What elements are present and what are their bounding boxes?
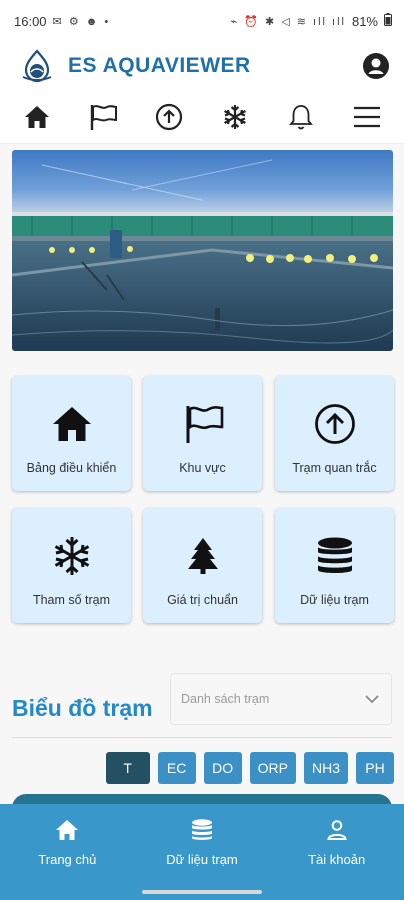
- bottom-nav-account-label: Tài khoản: [308, 852, 366, 867]
- nav-params-button[interactable]: [213, 95, 257, 139]
- parameter-tabs: T EC DO ORP NH3 PH: [105, 752, 394, 784]
- notification-icons: ✉ ⚙ ☻ •: [52, 15, 111, 28]
- tile-station-data[interactable]: Dữ liệu trạm: [275, 508, 394, 623]
- param-button-ec[interactable]: EC: [157, 752, 196, 784]
- station-list-select[interactable]: Danh sách trạm: [170, 673, 392, 725]
- tile-label: Giá trị chuẩn: [167, 593, 238, 607]
- station-chart-title: Biểu đồ trạm: [12, 695, 153, 721]
- user-icon: [327, 820, 347, 840]
- top-nav: [0, 90, 404, 144]
- hero-image: [12, 150, 393, 351]
- tile-monitoring-station[interactable]: Trạm quan trắc: [275, 376, 394, 491]
- tile-label: Trạm quan trắc: [292, 461, 377, 475]
- menu-icon: [354, 106, 380, 127]
- bottom-nav-home-label: Trang chủ: [38, 852, 97, 867]
- param-button-do[interactable]: DO: [203, 752, 242, 784]
- arrow-up-circle-icon: [155, 103, 183, 130]
- param-button-t[interactable]: T: [105, 752, 150, 784]
- flag-icon: [186, 406, 223, 443]
- station-list-placeholder: Danh sách trạm: [181, 692, 270, 706]
- snowflake-icon: [224, 104, 246, 129]
- tile-label: Tham số trạm: [32, 593, 111, 607]
- status-time: 16:00: [14, 13, 47, 29]
- tile-area[interactable]: Khu vực: [143, 376, 262, 491]
- param-button-ph[interactable]: PH: [356, 752, 394, 784]
- nav-station-button[interactable]: [147, 95, 191, 139]
- nav-home-button[interactable]: [15, 95, 59, 139]
- bottom-nav-station-data[interactable]: Dữ liệu trạm: [142, 818, 262, 867]
- chart-divider: [12, 737, 392, 738]
- home-icon: [56, 820, 79, 840]
- home-icon: [52, 407, 91, 441]
- app-title: ES AQUAVIEWER: [68, 54, 251, 77]
- arrow-up-circle-icon: [314, 404, 355, 444]
- database-icon: [191, 819, 212, 840]
- tile-dashboard[interactable]: Bảng điều khiển: [12, 376, 131, 491]
- nav-area-button[interactable]: [81, 95, 125, 139]
- tile-label: Bảng điều khiển: [26, 461, 117, 475]
- battery-icon: [384, 13, 392, 29]
- flag-icon: [90, 104, 117, 130]
- status-left: 16:00 ✉ ⚙ ☻ •: [14, 14, 110, 29]
- bottom-nav: Trang chủ Dữ liệu trạm Tài khoản: [0, 804, 404, 900]
- tree-icon: [187, 538, 218, 574]
- chart-panel: [12, 794, 392, 804]
- status-right: ⌁ ⏰ ✱ ◁ ≋ ıll ıll 81%: [231, 13, 392, 29]
- tile-standard-values[interactable]: Giá trị chuẩn: [143, 508, 262, 623]
- home-indicator[interactable]: [142, 890, 262, 894]
- bottom-nav-home[interactable]: Trang chủ: [7, 818, 127, 867]
- home-icon: [25, 105, 49, 128]
- bottom-nav-account[interactable]: Tài khoản: [277, 818, 397, 867]
- app-header: ES AQUAVIEWER: [0, 42, 404, 90]
- app-logo-icon: [22, 49, 52, 83]
- chevron-down-icon: [365, 694, 379, 703]
- snowflake-icon: [54, 537, 89, 575]
- nav-menu-button[interactable]: [345, 95, 389, 139]
- system-icons: ⌁ ⏰ ✱ ◁ ≋ ıll ıll: [230, 15, 346, 28]
- account-icon[interactable]: [362, 52, 390, 80]
- nav-notifications-button[interactable]: [279, 95, 323, 139]
- param-button-orp[interactable]: ORP: [249, 752, 296, 784]
- status-bar: 16:00 ✉ ⚙ ☻ • ⌁ ⏰ ✱ ◁ ≋ ıll ıll 81%: [0, 0, 404, 42]
- param-button-nh3[interactable]: NH3: [303, 752, 348, 784]
- bottom-nav-station-data-label: Dữ liệu trạm: [166, 852, 238, 867]
- database-icon: [317, 537, 352, 573]
- tile-label: Khu vực: [179, 461, 226, 475]
- main-content: Bảng điều khiển Khu vực Trạm quan trắc T…: [0, 144, 404, 804]
- tile-station-params[interactable]: Tham số trạm: [12, 508, 131, 623]
- tile-label: Dữ liệu trạm: [300, 593, 369, 607]
- battery-level: 81%: [351, 13, 378, 29]
- bell-icon: [289, 104, 313, 129]
